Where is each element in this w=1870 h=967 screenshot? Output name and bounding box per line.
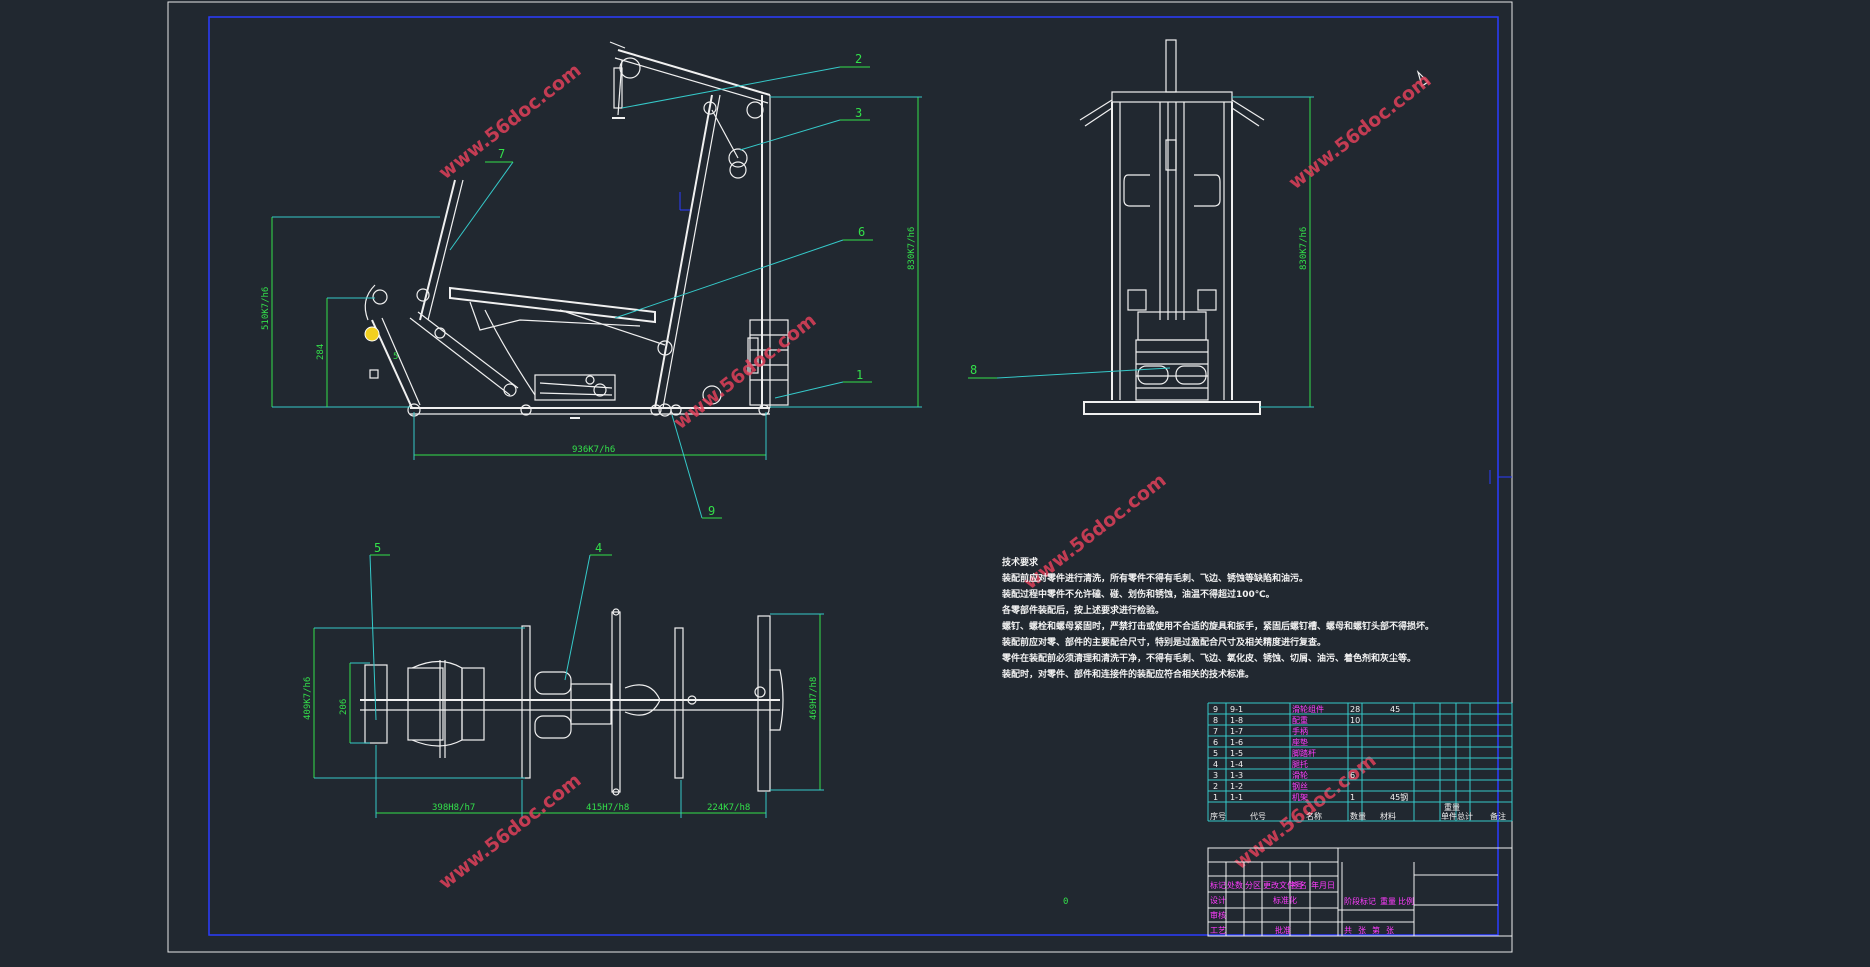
- notes-title: 技术要求: [1002, 556, 1039, 568]
- parts-qty: 28: [1350, 705, 1360, 714]
- parts-seq: 4: [1213, 760, 1218, 769]
- parts-material: 45钢: [1390, 792, 1408, 802]
- dim-side-left-small: 284: [316, 344, 326, 360]
- technical-notes: 技术要求 装配前应对零件进行清洗，所有零件不得有毛刺、飞边、锈蚀等缺陷和油污。 …: [1001, 556, 1434, 680]
- parts-seq: 7: [1213, 727, 1218, 736]
- parts-header-cell: 备注: [1490, 811, 1506, 821]
- cad-drawing: 510K7/h6 284 830K7/h6 936K7/h6 2 3 6 7 1…: [167, 1, 1513, 953]
- title-block-stage: 阶段标记: [1344, 896, 1376, 906]
- watermark-1: www.56doc.com: [435, 59, 586, 184]
- title-block-label: 设计: [1210, 895, 1226, 905]
- svg-text:5: 5: [393, 352, 398, 362]
- parts-seq: 6: [1213, 738, 1218, 747]
- dim-side-height: 830K7/h6: [907, 227, 917, 270]
- parts-code: 1-4: [1230, 760, 1243, 769]
- note-line-6: 零件在装配前必须清理和清洗干净，不得有毛刺、飞边、氧化皮、锈蚀、切屑、油污、着色…: [1001, 652, 1416, 664]
- balloon-2: 2: [855, 52, 862, 66]
- title-block-label: 工艺: [1210, 926, 1226, 935]
- balloon-4: 4: [595, 541, 602, 555]
- dim-side-left-height: 510K7/h6: [261, 287, 271, 330]
- title-block-stage: 比例: [1398, 896, 1414, 906]
- note-line-7: 装配时，对零件、部件和连接件的装配应符合相关的技术标准。: [1001, 668, 1254, 680]
- note-line-4: 螺钉、螺栓和螺母紧固时，严禁打击或使用不合适的旋具和扳手，紧固后螺钉槽、螺母和螺…: [1002, 620, 1434, 632]
- watermark-3: www.56doc.com: [670, 309, 821, 434]
- parts-code: 1-8: [1230, 716, 1243, 725]
- parts-name: 脚踏杆: [1292, 748, 1316, 758]
- title-block-label: 处数: [1227, 880, 1243, 890]
- title-block-label: 批准: [1275, 925, 1291, 935]
- title-block-label: 审核: [1210, 910, 1226, 920]
- title-block-label: 标记: [1210, 880, 1226, 890]
- parts-name: 腿托: [1292, 759, 1308, 769]
- parts-seq: 3: [1213, 771, 1218, 780]
- title-block-stage: 重量: [1380, 896, 1396, 906]
- parts-name: 滑轮: [1292, 770, 1308, 780]
- front-view: 830K7/h6 8: [968, 39, 1429, 415]
- parts-seq: 9: [1213, 705, 1218, 714]
- balloon-1: 1: [856, 368, 863, 382]
- parts-header-weight: 重量: [1444, 802, 1460, 812]
- dim-plan-left-height: 409K7/h6: [303, 677, 313, 720]
- balloon-5: 5: [374, 541, 381, 555]
- parts-code: 1-2: [1230, 782, 1243, 791]
- parts-seq: 1: [1213, 793, 1218, 802]
- parts-name: 滑轮组件: [1292, 704, 1324, 714]
- dim-plan-right-height: 469H7/h8: [809, 677, 819, 720]
- parts-header-cell: 总计: [1457, 811, 1473, 821]
- dim-plan-seg3: 224K7/h8: [707, 803, 750, 813]
- title-block-label: 签名: [1291, 880, 1307, 890]
- watermark-2: www.56doc.com: [1285, 69, 1436, 194]
- title-block-label: 标准化: [1273, 895, 1297, 905]
- parts-header-cell: 序号: [1210, 811, 1226, 821]
- balloon-3: 3: [855, 106, 862, 120]
- parts-code: 1-3: [1230, 771, 1243, 780]
- parts-name: 配重: [1292, 715, 1308, 725]
- parts-header-cell: 单件: [1441, 811, 1457, 821]
- parts-qty: 6: [1350, 771, 1355, 780]
- balloon-9: 9: [708, 504, 715, 518]
- parts-header-cell: 名称: [1306, 811, 1322, 821]
- note-line-5: 装配前应对零、部件的主要配合尺寸，特别是过盈配合尺寸及相关精度进行复查。: [1001, 636, 1326, 648]
- title-block-label: 年月日: [1311, 880, 1335, 890]
- title-block-sheet: 共: [1344, 926, 1352, 935]
- title-block-sheet: 第: [1372, 925, 1380, 935]
- note-line-2: 装配过程中零件不允许磕、碰、划伤和锈蚀，油温不得超过100℃。: [1001, 588, 1275, 600]
- note-line-1: 装配前应对零件进行清洗，所有零件不得有毛刺、飞边、锈蚀等缺陷和油污。: [1001, 572, 1308, 584]
- parts-name: 机架: [1292, 792, 1308, 802]
- title-block-sheet: 张: [1386, 926, 1394, 935]
- parts-header-cell: 数量: [1350, 811, 1366, 821]
- center-mark: 0: [1063, 897, 1068, 907]
- parts-qty: 1: [1350, 793, 1355, 802]
- watermark-5: www.56doc.com: [435, 769, 586, 894]
- parts-header-cell: 材料: [1380, 811, 1396, 821]
- dim-front-height: 830K7/h6: [1299, 227, 1309, 270]
- parts-qty: 10: [1350, 716, 1360, 725]
- parts-seq: 8: [1213, 716, 1218, 725]
- dim-plan-left-small: 206: [339, 699, 349, 715]
- parts-name: 座垫: [1292, 737, 1308, 747]
- parts-seq: 5: [1213, 749, 1218, 758]
- balloon-6: 6: [858, 225, 865, 239]
- title-block-sheet: 张: [1358, 926, 1366, 935]
- parts-code: 1-6: [1230, 738, 1243, 747]
- parts-code: 1-5: [1230, 749, 1243, 758]
- parts-code: 9-1: [1230, 705, 1243, 714]
- balloon-7: 7: [498, 147, 505, 161]
- parts-code: 1-7: [1230, 727, 1243, 736]
- side-view: 510K7/h6 284 830K7/h6 936K7/h6 2 3 6 7 1…: [261, 41, 922, 519]
- parts-name: 钢丝: [1292, 781, 1308, 791]
- note-line-3: 各零部件装配后，按上述要求进行检验。: [1001, 604, 1164, 616]
- dim-side-base: 936K7/h6: [572, 445, 615, 455]
- parts-code: 1-1: [1230, 793, 1243, 802]
- dim-plan-seg2: 415H7/h8: [586, 803, 629, 813]
- parts-seq: 2: [1213, 782, 1218, 791]
- parts-name: 手柄: [1292, 726, 1308, 736]
- title-block-label: 分区: [1245, 881, 1261, 890]
- parts-material: 45: [1390, 705, 1400, 714]
- parts-header-cell: 代号: [1250, 811, 1266, 821]
- dim-plan-seg1: 398H8/h7: [432, 803, 475, 813]
- balloon-8: 8: [970, 363, 977, 377]
